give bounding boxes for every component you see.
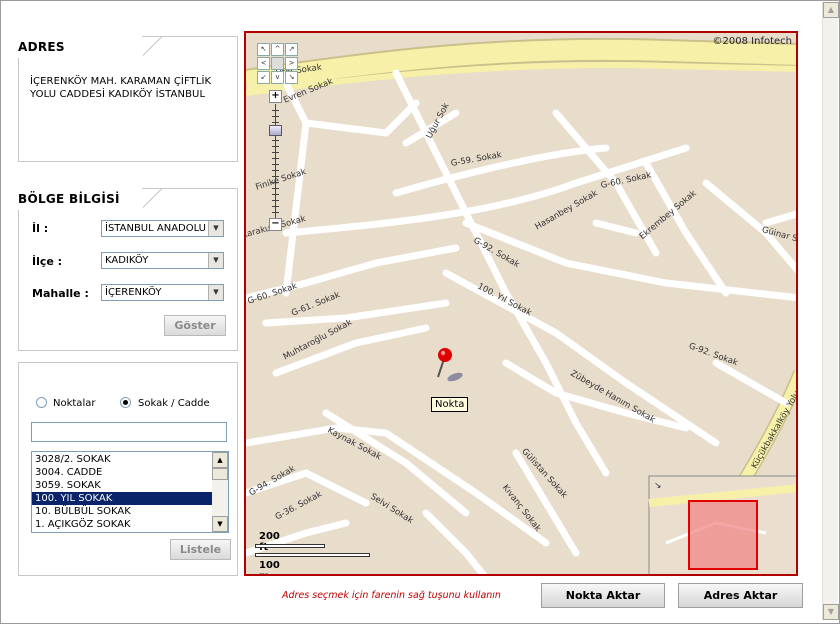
arrow-up-icon[interactable]: ^ [271,43,284,56]
chevron-down-icon: ▼ [208,285,223,300]
arrow-right-icon[interactable]: > [285,57,298,70]
list-item[interactable]: 3059. SOKAK [32,479,228,492]
pan-up-right-icon[interactable]: ↗ [285,43,298,56]
mahalle-label: Mahalle : [32,287,89,300]
show-button[interactable]: Göster [164,315,226,336]
pan-down-right-icon[interactable]: ↘ [285,71,298,84]
scroll-up-icon[interactable]: ▲ [823,2,839,18]
street-search-input[interactable] [31,422,227,442]
il-select[interactable]: İSTANBUL ANADOLU ▼ [101,220,224,237]
address-text: İÇERENKÖY MAH. KARAMAN ÇİFTLİK YOLU CADD… [30,76,212,100]
map-copyright: ©2008 Infotech [712,36,792,47]
arrow-left-icon[interactable]: < [257,57,270,70]
zoom-slider[interactable]: + − [269,90,283,232]
scroll-up-icon[interactable]: ▲ [212,452,228,468]
chevron-down-icon: ▼ [208,253,223,268]
map-view[interactable]: ↘ ©2008 Infotech Ufer Sokak Evren Sokak … [244,31,798,576]
hint-text: Adres seçmek için farenin sağ tuşunu kul… [282,590,501,601]
points-radio[interactable] [36,397,47,408]
scale-ft-label: 200 ft [259,531,280,553]
chevron-down-icon: ▼ [208,221,223,236]
page-scrollbar[interactable]: ▲ ▼ [822,2,839,620]
mahalle-select-value: İÇERENKÖY [105,287,162,298]
scroll-thumb[interactable] [212,468,228,480]
region-panel-title: BÖLGE BİLGİSİ [18,188,142,210]
ilce-label: İlçe : [32,255,63,268]
search-panel: Noktalar Sokak / Cadde 3028/2. SOKAK 300… [18,362,238,576]
point-transfer-button[interactable]: Nokta Aktar [541,583,665,608]
list-item[interactable]: 10. BÜLBÜL SOKAK [32,505,228,518]
scroll-down-icon[interactable]: ▼ [212,516,228,532]
points-radio-label[interactable]: Noktalar [53,398,95,409]
pan-down-left-icon[interactable]: ↙ [257,71,270,84]
list-item[interactable]: 3028/2. SOKAK [32,453,228,466]
il-label: İl : [32,222,49,235]
address-panel-title: ADRES [18,36,142,58]
minus-icon[interactable]: − [269,218,282,231]
list-button[interactable]: Listele [170,539,231,560]
region-panel: BÖLGE BİLGİSİ İl : İSTANBUL ANADOLU ▼ İl… [18,188,238,351]
plus-icon[interactable]: + [269,90,282,103]
svg-text:↘: ↘ [654,481,662,491]
address-panel: ADRES İÇERENKÖY MAH. KARAMAN ÇİFTLİK YOL… [18,36,238,162]
map-pin-icon[interactable] [432,345,472,385]
street-listbox[interactable]: 3028/2. SOKAK 3004. CADDE 3059. SOKAK 10… [31,451,229,533]
ilce-select[interactable]: KADIKÖY ▼ [101,252,224,269]
marker-tooltip: Nokta [431,397,469,412]
mahalle-select[interactable]: İÇERENKÖY ▼ [101,284,224,301]
il-select-value: İSTANBUL ANADOLU [105,223,207,234]
zoom-handle[interactable] [269,125,282,136]
pan-center-icon[interactable] [271,57,284,70]
list-item[interactable]: 3004. CADDE [32,466,228,479]
scroll-down-icon[interactable]: ▼ [823,604,839,620]
list-item-selected[interactable]: 100. YIL SOKAK [32,492,212,505]
streets-radio[interactable] [120,397,131,408]
list-item[interactable]: 1. AÇIKGÖZ SOKAK [32,518,228,531]
streets-radio-label[interactable]: Sokak / Cadde [138,398,210,409]
map-pan-control: ↖ ^ ↗ < > ↙ v ↘ [257,43,301,87]
pan-up-left-icon[interactable]: ↖ [257,43,270,56]
arrow-down-icon[interactable]: v [271,71,284,84]
list-scrollbar[interactable]: ▲ ▼ [212,452,228,532]
scale-m-label: 100 m [259,560,280,574]
address-transfer-button[interactable]: Adres Aktar [678,583,803,608]
ilce-select-value: KADIKÖY [105,255,149,266]
